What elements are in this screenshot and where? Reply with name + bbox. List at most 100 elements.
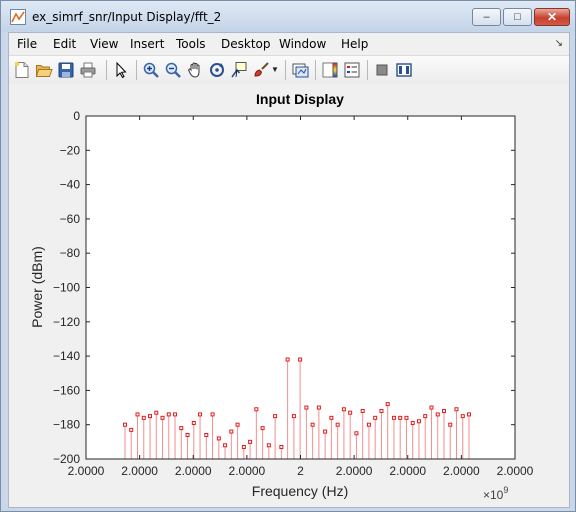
stem-marker [185,432,190,437]
stem-marker [404,415,409,420]
y-tick-label: −120 [53,315,80,329]
menu-bar: File Edit View Insert Tools Desktop Wind… [9,33,569,54]
stem-marker [360,408,365,413]
maximize-icon: □ [514,11,521,23]
x-exponent-power: 9 [503,485,508,495]
y-tick-label: −180 [53,418,80,432]
stem-marker [385,402,390,407]
stem-marker [354,431,359,436]
figure-toolbar: ▼ [9,55,569,85]
stem-marker [179,426,184,431]
stem-marker [254,407,259,412]
y-tick-label: 0 [73,109,80,123]
minimize-button[interactable]: – [472,8,501,26]
menu-view[interactable]: View [90,37,118,51]
stem-marker [323,429,328,434]
stem-marker [460,414,465,419]
stem-marker [398,415,403,420]
stem-marker [123,422,127,427]
x-tick-label: 2 [297,464,304,478]
stem-marker [241,444,246,449]
menu-edit[interactable]: Edit [53,37,76,51]
stem-marker [210,412,215,417]
dock-arrow-icon[interactable]: ↘ [555,38,563,49]
stem-marker [248,439,253,444]
stem-marker [335,422,340,427]
y-tick-label: −60 [60,212,81,226]
stem-marker [348,410,353,415]
window-title: ex_simrf_snr/Input Display/fft_2 [32,10,222,24]
menu-file[interactable]: File [17,37,37,51]
stem-marker [273,414,278,419]
y-tick-label: −80 [60,246,81,260]
stem-marker [191,420,196,425]
new-figure-icon[interactable] [13,61,31,79]
stem-marker [166,412,171,417]
menu-desktop[interactable]: Desktop [221,37,271,51]
x-tick-label: 2.0000 [229,464,266,478]
rotate-icon[interactable] [208,61,226,79]
y-tick-label: −100 [53,281,80,295]
stem-marker [298,357,303,362]
print-icon[interactable] [79,61,97,79]
stem-marker [235,422,240,427]
stem-marker [366,422,371,427]
stem-marker [341,407,346,412]
stem-marker [329,415,334,420]
y-tick-label: −20 [60,143,81,157]
close-icon: ✕ [546,10,558,24]
toolbar-separator [106,60,107,80]
hide-plot-tools-icon[interactable] [373,61,391,79]
spectrum-plot[interactable]: Input Display 0 −20 −40 −60 −80 −100 −120 −140 −… [9,84,569,507]
menu-window[interactable]: Window [279,37,326,51]
x-exponent-base: ×10 [483,488,504,502]
stem-marker [216,436,221,441]
window: ex_simrf_snr/Input Display/fft_2 – □ ✕ F… [0,0,576,512]
show-plot-tools-icon[interactable] [395,61,413,79]
stem-marker [141,415,146,420]
stem-marker [410,420,415,425]
stem-marker [154,410,159,415]
stem-marker [316,405,321,410]
menu-help[interactable]: Help [341,37,368,51]
data-cursor-icon[interactable] [230,61,248,79]
pointer-icon[interactable] [112,61,130,79]
close-button[interactable]: ✕ [534,8,570,26]
stem-marker [423,414,428,419]
open-icon[interactable] [35,61,53,79]
stem-marker [223,443,228,448]
x-tick-label: 2.0000 [121,464,158,478]
zoom-out-icon[interactable] [164,61,182,79]
menu-tools[interactable]: Tools [176,37,206,51]
stem-marker [429,405,434,410]
x-tick-label: 2.0000 [443,464,480,478]
stem-marker [416,419,421,424]
stem-marker [467,412,471,417]
legend-icon[interactable] [343,61,361,79]
stem-marker [291,414,296,419]
stem-marker [454,407,459,412]
brush-icon[interactable] [252,61,270,79]
stem-marker [135,412,140,417]
title-bar[interactable]: ex_simrf_snr/Input Display/fft_2 – □ ✕ [1,1,575,32]
save-icon[interactable] [57,61,75,79]
brush-dropdown-icon[interactable]: ▼ [271,61,279,79]
stem-marker [173,412,178,417]
stem-marker [279,444,284,449]
toolbar-separator [315,60,316,80]
stem-marker [391,415,396,420]
link-plot-icon[interactable] [291,61,309,79]
x-tick-label: 2.0000 [336,464,373,478]
stem-marker [285,357,290,362]
matlab-figure-icon [10,9,26,25]
stem-marker [129,427,134,432]
pan-icon[interactable] [186,61,204,79]
x-axis-label: Frequency (Hz) [252,483,348,499]
maximize-button[interactable]: □ [503,8,532,26]
colorbar-icon[interactable] [321,61,339,79]
zoom-in-icon[interactable] [142,61,160,79]
menu-insert[interactable]: Insert [130,37,164,51]
stem-marker [448,422,453,427]
stem-marker [266,443,271,448]
stem-marker [260,426,265,431]
